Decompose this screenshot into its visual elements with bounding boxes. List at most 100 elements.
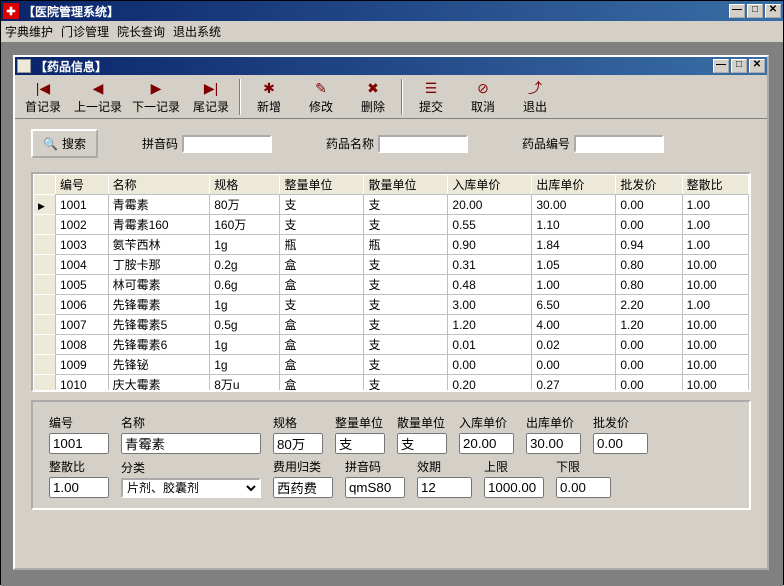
cell[interactable]: 0.55 xyxy=(448,215,532,235)
fld-class[interactable]: 片剂、胶囊剂 xyxy=(121,478,261,498)
cell[interactable]: 1.00 xyxy=(682,215,748,235)
table-row[interactable]: 1009先锋铋1g盒支0.000.000.0010.00 xyxy=(34,355,749,375)
toolbar-取消[interactable]: ⊘取消 xyxy=(457,77,509,118)
column-header[interactable]: 整量单位 xyxy=(280,175,364,195)
row-selector[interactable] xyxy=(34,215,56,235)
row-selector[interactable] xyxy=(34,195,56,215)
cell[interactable]: 0.00 xyxy=(616,195,682,215)
cell[interactable]: 支 xyxy=(364,295,448,315)
cell[interactable]: 0.48 xyxy=(448,275,532,295)
fld-upper[interactable] xyxy=(484,477,544,498)
menu-item[interactable]: 院长查询 xyxy=(117,23,165,40)
cell[interactable]: 支 xyxy=(364,255,448,275)
menu-item[interactable]: 门诊管理 xyxy=(61,23,109,40)
cell[interactable]: 支 xyxy=(364,215,448,235)
cell[interactable]: 1g xyxy=(210,295,280,315)
cell[interactable]: 10.00 xyxy=(682,255,748,275)
toolbar-修改[interactable]: ✎修改 xyxy=(295,77,347,118)
cell[interactable]: 瓶 xyxy=(280,235,364,255)
cell[interactable]: 1.84 xyxy=(532,235,616,255)
fld-ratio[interactable] xyxy=(49,477,109,498)
cell[interactable]: 0.00 xyxy=(532,355,616,375)
column-header[interactable]: 散量单位 xyxy=(364,175,448,195)
cell[interactable]: 支 xyxy=(364,335,448,355)
column-header[interactable]: 编号 xyxy=(56,175,109,195)
cell[interactable]: 0.80 xyxy=(616,255,682,275)
cell[interactable]: 盒 xyxy=(280,375,364,391)
cell[interactable]: 0.00 xyxy=(616,375,682,391)
cell[interactable]: 1.00 xyxy=(682,235,748,255)
table-row[interactable]: 1004丁胺卡那0.2g盒支0.311.050.8010.00 xyxy=(34,255,749,275)
cell[interactable]: 1.00 xyxy=(682,195,748,215)
fld-unit1[interactable] xyxy=(335,433,385,454)
cell[interactable]: 0.90 xyxy=(448,235,532,255)
menu-item[interactable]: 退出系统 xyxy=(173,23,221,40)
column-header[interactable]: 规格 xyxy=(210,175,280,195)
child-minimize-button[interactable]: — xyxy=(713,59,729,73)
cell[interactable]: 先锋霉素6 xyxy=(108,335,210,355)
cell[interactable]: 0.80 xyxy=(616,275,682,295)
cell[interactable]: 0.00 xyxy=(616,215,682,235)
close-button[interactable]: ✕ xyxy=(765,4,781,18)
row-selector[interactable] xyxy=(34,295,56,315)
toolbar-新增[interactable]: ✱新增 xyxy=(243,77,295,118)
cell[interactable]: 10.00 xyxy=(682,355,748,375)
cell[interactable]: 1003 xyxy=(56,235,109,255)
toolbar-删除[interactable]: ✖删除 xyxy=(347,77,399,118)
toolbar-下一记录[interactable]: ▶下一记录 xyxy=(127,77,185,118)
column-header[interactable]: 出库单价 xyxy=(532,175,616,195)
cell[interactable]: 0.31 xyxy=(448,255,532,275)
cell[interactable]: 1.00 xyxy=(682,295,748,315)
fld-id[interactable] xyxy=(49,433,109,454)
cell[interactable]: 6.50 xyxy=(532,295,616,315)
column-header[interactable]: 名称 xyxy=(108,175,210,195)
cell[interactable]: 支 xyxy=(280,295,364,315)
child-close-button[interactable]: ✕ xyxy=(749,59,765,73)
cell[interactable]: 0.20 xyxy=(448,375,532,391)
table-row[interactable]: 1007先锋霉素50.5g盒支1.204.001.2010.00 xyxy=(34,315,749,335)
cell[interactable]: 10.00 xyxy=(682,335,748,355)
cell[interactable]: 1g xyxy=(210,235,280,255)
cell[interactable]: 10.00 xyxy=(682,315,748,335)
column-header[interactable]: 入库单价 xyxy=(448,175,532,195)
data-grid[interactable]: 编号名称规格整量单位散量单位入库单价出库单价批发价整散比1001青霉素80万支支… xyxy=(33,174,749,390)
cell[interactable]: 1005 xyxy=(56,275,109,295)
cell[interactable]: 1006 xyxy=(56,295,109,315)
cell[interactable]: 青霉素 xyxy=(108,195,210,215)
cell[interactable]: 1.20 xyxy=(616,315,682,335)
cell[interactable]: 0.2g xyxy=(210,255,280,275)
cell[interactable]: 青霉素160 xyxy=(108,215,210,235)
cell[interactable]: 丁胺卡那 xyxy=(108,255,210,275)
cell[interactable]: 盒 xyxy=(280,335,364,355)
cell[interactable]: 盒 xyxy=(280,275,364,295)
table-row[interactable]: 1006先锋霉素1g支支3.006.502.201.00 xyxy=(34,295,749,315)
cell[interactable]: 3.00 xyxy=(448,295,532,315)
cell[interactable]: 10.00 xyxy=(682,375,748,391)
cell[interactable]: 支 xyxy=(280,195,364,215)
fld-pinyin[interactable] xyxy=(345,477,405,498)
cell[interactable]: 林可霉素 xyxy=(108,275,210,295)
cell[interactable]: 支 xyxy=(364,375,448,391)
fld-unit2[interactable] xyxy=(397,433,447,454)
row-selector[interactable] xyxy=(34,375,56,391)
cell[interactable]: 2.20 xyxy=(616,295,682,315)
cell[interactable]: 0.00 xyxy=(616,335,682,355)
fld-pin[interactable] xyxy=(459,433,514,454)
cell[interactable]: 盒 xyxy=(280,255,364,275)
cell[interactable]: 1010 xyxy=(56,375,109,391)
cell[interactable]: 8万u xyxy=(210,375,280,391)
cell[interactable]: 先锋铋 xyxy=(108,355,210,375)
fld-pout[interactable] xyxy=(526,433,581,454)
table-row[interactable]: 1010庆大霉素8万u盒支0.200.270.0010.00 xyxy=(34,375,749,391)
row-selector[interactable] xyxy=(34,255,56,275)
table-row[interactable]: 1002青霉素160160万支支0.551.100.001.00 xyxy=(34,215,749,235)
cell[interactable]: 盒 xyxy=(280,315,364,335)
cell[interactable]: 先锋霉素5 xyxy=(108,315,210,335)
row-selector[interactable] xyxy=(34,355,56,375)
fld-lower[interactable] xyxy=(556,477,611,498)
table-row[interactable]: 1001青霉素80万支支20.0030.000.001.00 xyxy=(34,195,749,215)
cell[interactable]: 1004 xyxy=(56,255,109,275)
table-row[interactable]: 1003氨苄西林1g瓶瓶0.901.840.941.00 xyxy=(34,235,749,255)
cell[interactable]: 1g xyxy=(210,355,280,375)
cell[interactable]: 0.27 xyxy=(532,375,616,391)
